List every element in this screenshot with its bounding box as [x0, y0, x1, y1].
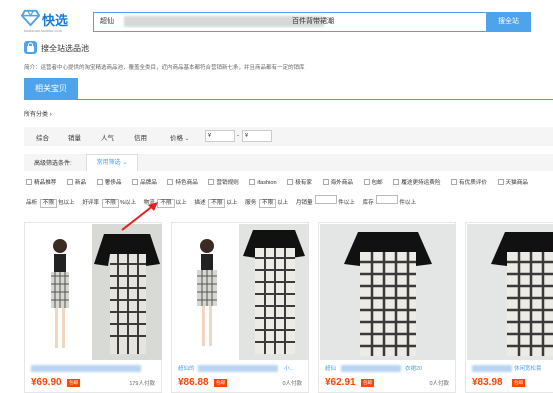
product-title-redacted: [472, 365, 512, 372]
product-image[interactable]: [467, 224, 553, 360]
checkbox[interactable]: [363, 179, 370, 185]
checkbox[interactable]: [451, 179, 457, 185]
pool-title: 搜全站选品池: [41, 44, 89, 53]
product-price: ¥86.88: [178, 377, 209, 388]
sort-credit[interactable]: 信用: [134, 132, 147, 142]
filter-label: 高级筛选条件:: [34, 161, 72, 167]
range-input[interactable]: 不限: [258, 199, 277, 208]
range-filter: 月销量 件以上: [296, 195, 355, 206]
price-dash: -: [237, 132, 240, 139]
product-sales: 0人付款: [282, 381, 302, 387]
sort-price-label: 价格: [170, 135, 183, 142]
range-filter-row: 品析 不限 包以上 好评率 不限 %以上 物流 不限 以上 描述 不限 以上 服务 不限…: [26, 195, 422, 208]
tab-common-filters[interactable]: 常用筛选 ⌄: [86, 154, 138, 171]
chevron-down-icon: ⌄: [122, 160, 128, 166]
product-title[interactable]: 超仙: [325, 364, 336, 372]
filter-option[interactable]: 包邮: [363, 178, 383, 186]
free-shipping-badge: 包邮: [67, 379, 80, 387]
checkbox[interactable]: [497, 179, 504, 185]
product-image[interactable]: [320, 224, 456, 360]
product-title-redacted: [31, 365, 141, 372]
sort-sales[interactable]: 销量: [68, 132, 81, 142]
product-card[interactable]: 休闲宽松套 ¥83.98 包邮: [465, 222, 553, 393]
logo-text: 快选: [42, 14, 69, 29]
bag-icon: [24, 41, 37, 54]
tab-underline: [24, 99, 553, 100]
logo-url: kuaixuan.taobao.com: [24, 28, 63, 33]
checkbox[interactable]: [66, 179, 73, 185]
filter-option[interactable]: 有优质评价: [451, 178, 487, 186]
filter-option[interactable]: ifashion: [249, 179, 277, 186]
product-card[interactable]: 超仙 衣裙20 ¥62.91 包邮 0人付款: [318, 222, 456, 393]
checkbox[interactable]: [287, 179, 294, 185]
filter-option[interactable]: 极有家: [287, 178, 312, 186]
sort-price[interactable]: 价格 ⌄: [170, 132, 189, 142]
product-title-redacted: [198, 365, 278, 372]
product-sales: 0人付款: [429, 381, 449, 387]
checkbox[interactable]: [249, 179, 256, 185]
range-input[interactable]: 不限: [39, 199, 57, 208]
range-filter: 库存 件以上: [363, 195, 416, 206]
checkbox[interactable]: [208, 179, 215, 185]
filter-option[interactable]: 履途更持运费险: [393, 178, 440, 186]
pool-description: 简介：运营者中心提供的淘宝精选商品池，覆盖全类目，近内商品基本都符合营销新七条，…: [24, 65, 305, 71]
checkbox[interactable]: [132, 179, 139, 185]
free-shipping-badge: 包邮: [512, 379, 525, 387]
filter-option[interactable]: 精品推荐: [26, 178, 56, 186]
product-title-end[interactable]: 休闲宽松套: [514, 364, 542, 372]
free-shipping-badge: 包邮: [361, 379, 374, 387]
filter-tab-label: 常用筛选: [96, 160, 121, 166]
range-filter: 服务 不限 以上: [245, 199, 289, 208]
filter-option[interactable]: 新品: [66, 178, 86, 186]
filter-option[interactable]: 天猫商品: [497, 178, 528, 186]
chevron-right-icon: ›: [49, 112, 52, 118]
sort-popularity[interactable]: 人气: [101, 132, 114, 142]
product-price: ¥62.91: [325, 377, 356, 388]
free-shipping-badge: 包邮: [214, 379, 227, 387]
product-title[interactable]: 超仙的: [178, 364, 195, 372]
chevron-down-icon: ⌄: [184, 136, 190, 142]
checkbox[interactable]: [322, 179, 329, 185]
range-filter: 描述 不限 以上: [194, 199, 238, 208]
sort-composite[interactable]: 综合: [36, 132, 49, 142]
checkbox-filter-row: 精品推荐 新品 奢侈品 品牌品 特色商品 营销规则 ifashion 极有家 海…: [26, 178, 528, 186]
product-sales: 179人付款: [129, 381, 155, 387]
price-from-input[interactable]: ¥: [205, 130, 235, 142]
checkbox[interactable]: [26, 179, 32, 185]
filter-option[interactable]: 奢侈品: [96, 178, 122, 186]
product-card[interactable]: ¥69.90 包邮 179人付款: [24, 222, 162, 393]
product-image[interactable]: [173, 224, 309, 360]
product-title-end: 衣裙20: [405, 366, 423, 372]
product-price: ¥69.90: [31, 377, 62, 388]
product-title-end: 小...: [284, 366, 295, 372]
range-input[interactable]: 不限: [208, 199, 226, 208]
range-input[interactable]: 不限: [101, 199, 119, 208]
filter-option[interactable]: 营销规则: [208, 178, 239, 186]
product-card[interactable]: 超仙的 小... ¥86.88 包邮 0人付款: [171, 222, 309, 393]
tab-related-items[interactable]: 相关宝贝: [24, 78, 78, 99]
categories-breadcrumb[interactable]: 所有分类 ›: [24, 109, 52, 118]
annotation-arrow-icon: [121, 202, 158, 231]
product-title-redacted: [341, 365, 401, 372]
filter-option[interactable]: 品牌品: [132, 178, 157, 186]
filter-option[interactable]: 海外商品: [322, 178, 353, 186]
filter-option[interactable]: 特色商品: [167, 178, 198, 186]
categories-label: 所有分类: [24, 112, 49, 118]
checkbox[interactable]: [167, 179, 174, 185]
search-input[interactable]: 超仙 百件背带裙潮: [93, 12, 487, 32]
checkbox[interactable]: [96, 179, 103, 185]
range-filter: 品析 不限 包以上: [26, 199, 75, 208]
search-value-end: 百件背带裙潮: [292, 18, 334, 25]
search-value-start: 超仙: [100, 18, 114, 25]
range-input[interactable]: [315, 195, 338, 204]
search-button[interactable]: 搜全站: [486, 12, 531, 32]
checkbox[interactable]: [393, 179, 400, 185]
product-image[interactable]: [26, 224, 162, 360]
range-input[interactable]: [376, 195, 399, 204]
diamond-logo-icon: [21, 9, 40, 27]
product-price: ¥83.98: [472, 377, 503, 388]
price-to-input[interactable]: ¥: [242, 130, 272, 142]
